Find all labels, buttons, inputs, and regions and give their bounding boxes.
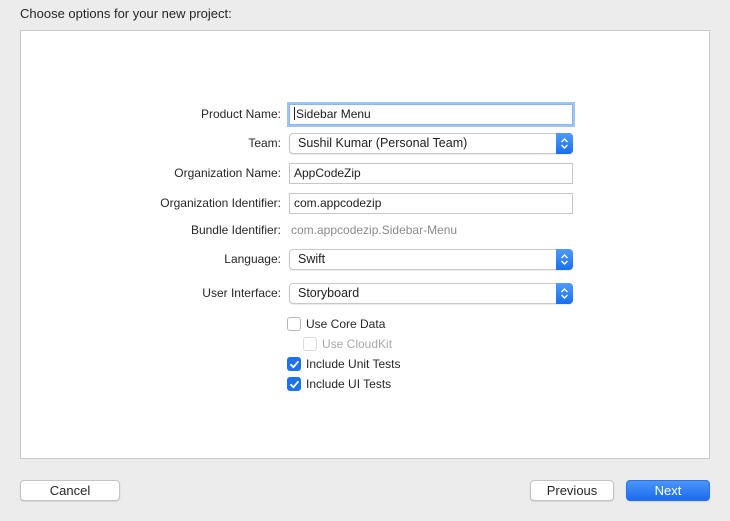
- checkmark-icon: [290, 360, 299, 369]
- team-row: Team: Sushil Kumar (Personal Team): [21, 131, 711, 155]
- use-cloudkit-label: Use CloudKit: [322, 337, 393, 351]
- updown-chevron-icon: [556, 133, 573, 154]
- include-unit-tests-label: Include Unit Tests: [306, 357, 401, 371]
- include-unit-tests-checkbox[interactable]: [287, 357, 301, 371]
- language-value: Swift: [298, 252, 326, 266]
- bundle-identifier-label: Bundle Identifier:: [190, 223, 281, 237]
- organization-name-row: Organization Name: AppCodeZip: [21, 161, 711, 185]
- bundle-identifier-row: Bundle Identifier: com.appcodezip.Sideba…: [21, 218, 711, 242]
- use-core-data-checkbox[interactable]: [287, 317, 301, 331]
- team-popup[interactable]: Sushil Kumar (Personal Team): [289, 133, 573, 154]
- previous-button[interactable]: Previous: [530, 480, 614, 501]
- user-interface-row: User Interface: Storyboard: [21, 281, 711, 305]
- organization-identifier-field[interactable]: com.appcodezip: [289, 193, 573, 214]
- user-interface-popup[interactable]: Storyboard: [289, 283, 573, 304]
- bundle-identifier-value: com.appcodezip.Sidebar-Menu: [291, 223, 458, 237]
- product-name-value: Sidebar Menu: [296, 107, 371, 121]
- product-name-label: Product Name:: [200, 107, 281, 121]
- updown-chevron-icon: [556, 249, 573, 270]
- language-label: Language:: [224, 252, 281, 266]
- language-row: Language: Swift: [21, 247, 711, 271]
- checkmark-icon: [290, 380, 299, 389]
- product-name-row: Product Name: Sidebar Menu: [21, 102, 711, 126]
- organization-identifier-row: Organization Identifier: com.appcodezip: [21, 191, 711, 215]
- options-panel: Product Name: Sidebar Menu Team: Sushil …: [20, 30, 710, 459]
- include-ui-tests-label: Include UI Tests: [306, 377, 392, 391]
- dialog-title: Choose options for your new project:: [20, 6, 232, 21]
- user-interface-label: User Interface:: [202, 286, 281, 300]
- product-name-field[interactable]: Sidebar Menu: [289, 104, 573, 125]
- cancel-button[interactable]: Cancel: [20, 480, 120, 501]
- updown-chevron-icon: [556, 283, 573, 304]
- organization-name-label: Organization Name:: [174, 166, 281, 180]
- use-cloudkit-checkbox: [303, 337, 317, 351]
- user-interface-value: Storyboard: [298, 286, 360, 300]
- text-caret: [294, 107, 295, 120]
- organization-name-field[interactable]: AppCodeZip: [289, 163, 573, 184]
- use-core-data-label: Use Core Data: [306, 317, 386, 331]
- language-popup[interactable]: Swift: [289, 249, 573, 270]
- organization-identifier-label: Organization Identifier:: [160, 196, 281, 210]
- team-value: Sushil Kumar (Personal Team): [298, 136, 468, 150]
- next-button[interactable]: Next: [626, 480, 710, 501]
- team-label: Team:: [248, 136, 281, 150]
- include-ui-tests-checkbox[interactable]: [287, 377, 301, 391]
